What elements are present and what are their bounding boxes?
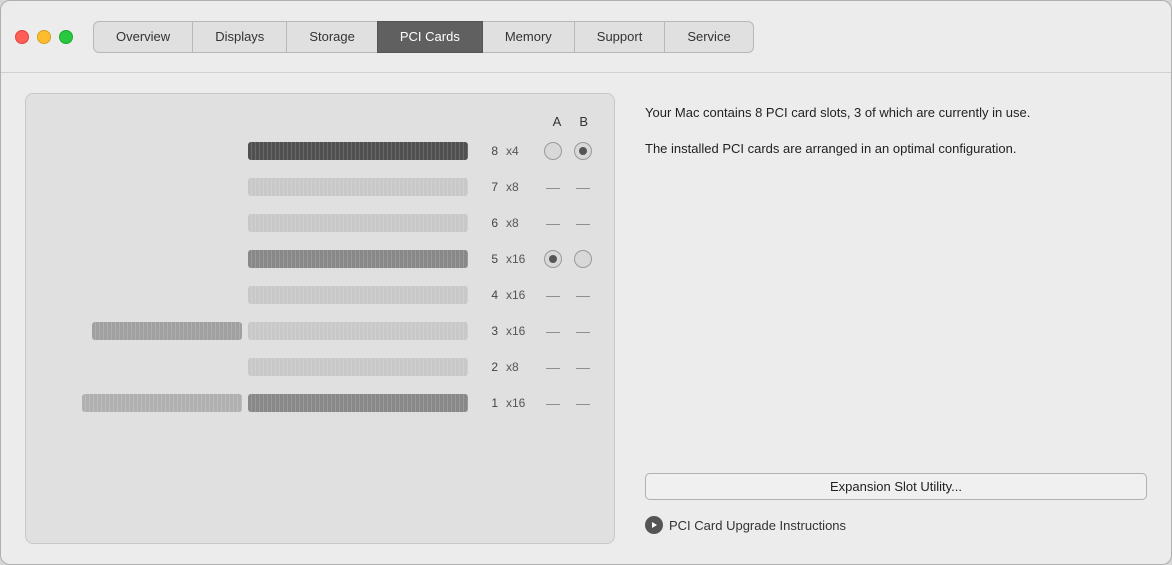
slot-bars-4 [42,286,468,304]
slot-speed-4: x16 [506,288,538,302]
pci-panel: A B 8 x4 [25,93,615,544]
main-content: A B 8 x4 [1,73,1171,564]
slot-row-3: 3 x16 — — [42,317,598,345]
upgrade-instructions-link[interactable]: PCI Card Upgrade Instructions [645,516,1147,534]
titlebar: Overview Displays Storage PCI Cards Memo… [1,1,1171,73]
tab-memory[interactable]: Memory [482,21,575,53]
bar-8-right [248,142,468,160]
slot-number-5: 5 [478,252,498,266]
slot-number-3: 3 [478,324,498,338]
indicator-1-b: — [574,394,592,412]
slot-number-7: 7 [478,180,498,194]
indicator-2-b: — [574,358,592,376]
indicator-5-a [544,250,562,268]
tab-service[interactable]: Service [664,21,753,53]
slot-bars-2 [42,358,468,376]
arrow-circle-icon [645,516,663,534]
tab-bar: Overview Displays Storage PCI Cards Memo… [93,21,754,53]
slot-speed-8: x4 [506,144,538,158]
slot-speed-7: x8 [506,180,538,194]
slot-row-7: 7 x8 — — [42,173,598,201]
minimize-button[interactable] [37,30,51,44]
slot-bars-7 [42,178,468,196]
traffic-lights [15,30,73,44]
bar-7-right [248,178,468,196]
slot-row-6: 6 x8 — — [42,209,598,237]
indicator-6-a: — [544,214,562,232]
slot-speed-6: x8 [506,216,538,230]
slot-row-8: 8 x4 [42,137,598,165]
maximize-button[interactable] [59,30,73,44]
col-ab-labels: A B [553,114,588,129]
indicator-1-a: — [544,394,562,412]
upgrade-link-label: PCI Card Upgrade Instructions [669,518,846,533]
indicator-3-b: — [574,322,592,340]
slot-row-2: 2 x8 — — [42,353,598,381]
indicator-4-a: — [544,286,562,304]
slot-indicators-5 [538,250,598,268]
bar-3-left [92,322,242,340]
slot-indicators-6: — — [538,214,598,232]
indicator-3-a: — [544,322,562,340]
info-text-1: Your Mac contains 8 PCI card slots, 3 of… [645,103,1147,123]
expansion-slot-utility-button[interactable]: Expansion Slot Utility... [645,473,1147,500]
tab-displays[interactable]: Displays [192,21,287,53]
slot-row-5: 5 x16 [42,245,598,273]
indicator-8-b [574,142,592,160]
bar-1-left [82,394,242,412]
slot-speed-2: x8 [506,360,538,374]
slot-row-4: 4 x16 — — [42,281,598,309]
slot-indicators-3: — — [538,322,598,340]
indicator-7-b: — [574,178,592,196]
slot-indicators-4: — — [538,286,598,304]
tab-storage[interactable]: Storage [286,21,378,53]
info-spacer [645,194,1147,473]
bar-5-right [248,250,468,268]
slot-indicators-2: — — [538,358,598,376]
info-description: Your Mac contains 8 PCI card slots, 3 of… [645,103,1147,174]
slot-row-1: 1 x16 — — [42,389,598,417]
slot-bars-3 [42,322,468,340]
slot-header: A B [42,114,598,129]
info-text-2: The installed PCI cards are arranged in … [645,139,1147,159]
col-a-label: A [553,114,562,129]
main-window: Overview Displays Storage PCI Cards Memo… [0,0,1172,565]
slot-number-1: 1 [478,396,498,410]
bar-1-right [248,394,468,412]
slot-bars-1 [42,394,468,412]
bar-6-right [248,214,468,232]
col-b-label: B [579,114,588,129]
slot-number-6: 6 [478,216,498,230]
slot-bars-6 [42,214,468,232]
slot-speed-5: x16 [506,252,538,266]
slot-indicators-8 [538,142,598,160]
slot-bars-8 [42,142,468,160]
indicator-5-b [574,250,592,268]
tab-pci-cards[interactable]: PCI Cards [377,21,483,53]
slot-number-4: 4 [478,288,498,302]
slot-indicators-1: — — [538,394,598,412]
bar-3-right [248,322,468,340]
bar-4-right [248,286,468,304]
indicator-2-a: — [544,358,562,376]
slot-speed-1: x16 [506,396,538,410]
slot-number-2: 2 [478,360,498,374]
tab-overview[interactable]: Overview [93,21,193,53]
slot-number-8: 8 [478,144,498,158]
bar-2-right [248,358,468,376]
indicator-8-a [544,142,562,160]
slot-bars-5 [42,250,468,268]
slot-speed-3: x16 [506,324,538,338]
tab-support[interactable]: Support [574,21,666,53]
indicator-7-a: — [544,178,562,196]
info-panel: Your Mac contains 8 PCI card slots, 3 of… [645,93,1147,544]
close-button[interactable] [15,30,29,44]
indicator-6-b: — [574,214,592,232]
slot-indicators-7: — — [538,178,598,196]
indicator-4-b: — [574,286,592,304]
